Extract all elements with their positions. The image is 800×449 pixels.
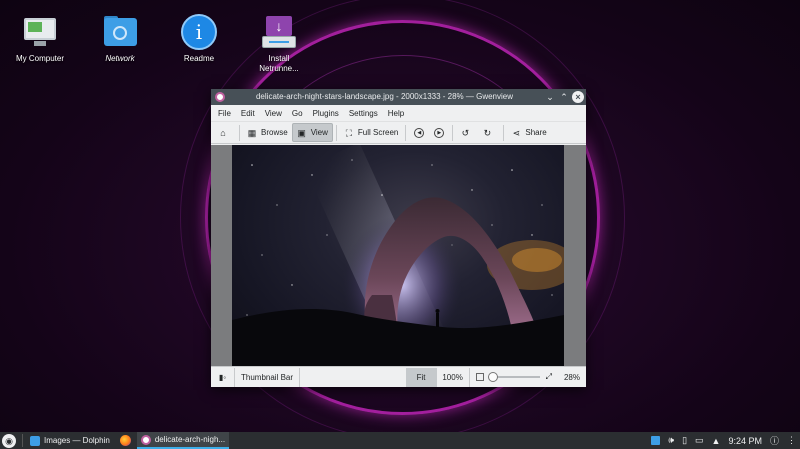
desktop-icon-my-computer[interactable]: My Computer (5, 14, 75, 64)
network-folder-icon (102, 14, 138, 50)
menu-plugins[interactable]: Plugins (308, 109, 344, 118)
task-label: Images — Dolphin (44, 436, 110, 445)
sidebar-icon: ▮◦ (218, 372, 227, 382)
desktop-icon-label: My Computer (15, 54, 64, 63)
zoom-100-button[interactable]: 100% (437, 367, 470, 387)
computer-icon (22, 14, 58, 50)
application-launcher-icon[interactable]: ◉ (2, 433, 16, 448)
browse-button[interactable]: ▦ Browse (243, 123, 292, 142)
toolbar-separator (452, 124, 454, 141)
view-button[interactable]: ▣ View (291, 123, 333, 142)
close-button[interactable]: × (572, 91, 584, 103)
zoom-expand-icon[interactable]: ⤢ (546, 372, 552, 382)
desktop-icon-label: Install Netrunne... (259, 54, 299, 73)
task-gwenview[interactable]: delicate-arch-nigh... (136, 432, 230, 449)
system-tray: 🕪 ▯ ▭ ▲ 9:24 PM ⓘ ⋮ (647, 434, 800, 447)
tray-expand-icon[interactable]: ▲ (712, 436, 721, 446)
image-icon: ▣ (297, 127, 306, 138)
info-icon: i (181, 14, 217, 50)
zoom-slider-knob[interactable] (487, 372, 498, 382)
sidebar-toggle-button[interactable]: ▮◦ (211, 367, 235, 387)
image-view-area[interactable] (211, 145, 586, 366)
zoom-fill-icon[interactable] (475, 373, 484, 381)
rotate-right-button[interactable]: ↻ (478, 123, 500, 142)
rotate-left-button[interactable]: ↺ (456, 123, 478, 142)
dolphin-icon (30, 435, 40, 446)
zoom-fit-button[interactable]: Fit (405, 367, 437, 387)
gwenview-app-icon[interactable] (215, 92, 225, 102)
menu-go[interactable]: Go (287, 109, 308, 118)
photo-illustration (232, 145, 564, 366)
install-icon: ↓ (261, 14, 297, 50)
home-icon: ⌂ (220, 127, 226, 138)
next-icon[interactable]: ▶ (434, 127, 445, 138)
task-firefox[interactable] (114, 432, 137, 449)
toolbar-separator (503, 124, 505, 141)
notifications-icon[interactable]: ⓘ (770, 434, 779, 447)
clipboard-icon[interactable] (651, 436, 661, 445)
volume-icon[interactable]: 🕪 (668, 435, 674, 446)
desktop-icon-readme[interactable]: i Readme (164, 14, 234, 64)
menu-file[interactable]: File (213, 109, 236, 118)
firefox-icon (119, 435, 131, 446)
share-button[interactable]: ⋖ Share (507, 123, 550, 142)
home-button[interactable]: ⌂ (214, 123, 236, 142)
gwenview-icon (140, 434, 151, 445)
main-toolbar: ⌂ ▦ Browse ▣ View ⛶ Full Screen ◀ ▶ ↺ ↻ … (211, 122, 586, 144)
menu-view[interactable]: View (260, 109, 287, 118)
desktop-icon-install[interactable]: ↓ Install Netrunne... (244, 14, 314, 74)
previous-icon[interactable]: ◀ (414, 127, 425, 138)
toolbar-separator (335, 124, 337, 141)
maximize-button[interactable]: ⌃ (558, 91, 570, 103)
task-label: delicate-arch-nigh... (154, 435, 226, 444)
network-icon[interactable]: ▭ (695, 435, 704, 446)
photo-delicate-arch (232, 145, 564, 366)
fullscreen-button[interactable]: ⛶ Full Screen (340, 123, 402, 142)
thumbnail-bar-button[interactable]: Thumbnail Bar (235, 367, 301, 387)
desktop-icon-label: Network (105, 54, 135, 63)
desktop-icon-network[interactable]: Network (85, 14, 155, 64)
grid-icon: ▦ (247, 127, 257, 138)
clock[interactable]: 9:24 PM (728, 436, 762, 446)
menu-settings[interactable]: Settings (344, 109, 383, 118)
share-icon: ⋖ (512, 127, 521, 138)
desktop-icon-label: Readme (183, 54, 215, 63)
task-dolphin[interactable]: Images — Dolphin (26, 432, 114, 449)
browse-label: Browse (261, 128, 288, 137)
toolbar-separator (239, 124, 240, 141)
window-titlebar[interactable]: delicate-arch-night-stars-landscape.jpg … (211, 89, 586, 105)
fullscreen-icon: ⛶ (345, 127, 353, 138)
gwenview-window: delicate-arch-night-stars-landscape.jpg … (211, 89, 586, 387)
rotate-left-icon: ↺ (461, 127, 470, 138)
minimize-button[interactable]: ⌄ (544, 91, 556, 103)
desktop-toolbox-icon[interactable]: ⋮ (787, 435, 796, 446)
menu-edit[interactable]: Edit (236, 109, 260, 118)
menubar: File Edit View Go Plugins Settings Help (211, 105, 586, 122)
usb-icon[interactable]: ▯ (682, 435, 687, 446)
fullscreen-label: Full Screen (357, 128, 399, 137)
share-label: Share (525, 128, 547, 137)
taskbar: ◉ Images — Dolphin delicate-arch-nigh...… (0, 432, 800, 449)
toolbar-separator (405, 124, 407, 141)
menu-help[interactable]: Help (383, 109, 409, 118)
window-title: delicate-arch-night-stars-landscape.jpg … (255, 92, 514, 101)
taskbar-separator (22, 434, 23, 447)
zoom-slider[interactable] (487, 372, 540, 382)
view-label: View (310, 128, 328, 137)
zoom-percentage: 28% (563, 372, 580, 382)
rotate-right-icon: ↻ (483, 127, 492, 138)
statusbar: ▮◦ Thumbnail Bar Fit 100% ⤢ 28% (211, 366, 586, 387)
